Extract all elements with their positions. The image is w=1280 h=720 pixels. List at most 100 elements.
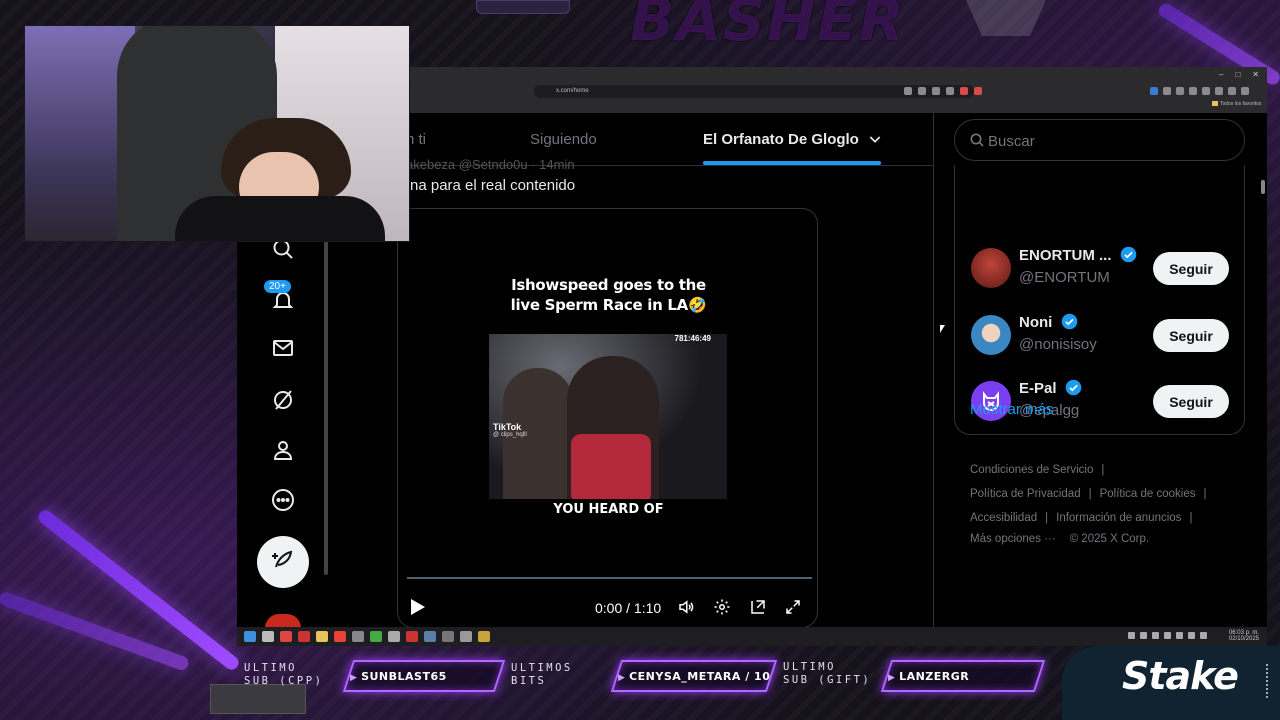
show-more-link[interactable]: Mostrar más xyxy=(970,401,1053,418)
tray-lang-icon[interactable] xyxy=(1164,632,1171,639)
taskbar-app-icon[interactable] xyxy=(334,631,346,642)
overlay-thumbnail xyxy=(210,684,306,714)
search-input[interactable] xyxy=(988,130,1228,152)
follow-name-text: Noni xyxy=(1019,314,1053,331)
avatar[interactable] xyxy=(971,248,1011,288)
last-bits-label: ULTIMOS BITS xyxy=(511,662,573,688)
profile-icon[interactable] xyxy=(267,434,299,466)
last-bits-label-line: BITS xyxy=(511,675,547,687)
play-icon[interactable] xyxy=(411,599,425,615)
steam-icon[interactable] xyxy=(424,631,436,642)
last-gift-label: ULTIMO SUB (GIFT) xyxy=(783,661,871,687)
obs-icon[interactable] xyxy=(460,631,472,642)
last-sub-label: ULTIMO SUB (CPP) xyxy=(244,662,323,688)
battery-icon[interactable] xyxy=(1200,632,1207,639)
account-avatar[interactable] xyxy=(265,614,301,628)
tray-app-icon[interactable] xyxy=(1140,632,1147,639)
share-icon[interactable] xyxy=(932,87,940,95)
tab-following[interactable]: Siguiendo xyxy=(530,131,597,148)
stream-alerts-bar: ULTIMO SUB (CPP) SUNBLAST65 ULTIMOS BITS… xyxy=(0,646,1280,720)
sponsor-logo: Stake xyxy=(1122,654,1239,698)
overlay-brand-text: BASHER xyxy=(630,0,906,54)
volume-icon[interactable] xyxy=(677,598,695,616)
taskbar-app-icon[interactable] xyxy=(406,631,418,642)
compose-post-button[interactable] xyxy=(257,536,309,588)
follow-button[interactable]: Seguir xyxy=(1153,319,1229,352)
star-icon[interactable] xyxy=(946,87,954,95)
settings-gear-icon[interactable] xyxy=(713,598,731,616)
fullscreen-icon[interactable] xyxy=(784,598,802,616)
sponsor-decor xyxy=(1266,664,1270,698)
last-gift-label-line: ULTIMO xyxy=(783,661,836,673)
extension-icon[interactable] xyxy=(960,87,968,95)
taskbar-clock[interactable]: 06:03 p. m. 02/10/2025 xyxy=(1229,630,1259,642)
footer-terms-link[interactable]: Condiciones de Servicio xyxy=(970,464,1093,476)
video-subcaption: YOU HEARD OF xyxy=(553,502,664,517)
x-left-navigation: 20+ xyxy=(237,239,331,628)
last-gift-label-line: SUB (GIFT) xyxy=(783,674,872,686)
mail-icon[interactable] xyxy=(267,332,299,364)
extension-blue-icon[interactable] xyxy=(1150,87,1158,95)
extension-icon[interactable] xyxy=(1189,87,1197,95)
taskbar-search-icon[interactable] xyxy=(262,631,274,642)
video-progress-bar[interactable] xyxy=(407,577,812,579)
close-window-button[interactable]: ✕ xyxy=(1252,70,1259,79)
follow-button[interactable]: Seguir xyxy=(1153,385,1229,418)
alert-icon[interactable] xyxy=(974,87,982,95)
follow-name: ENORTUM ... xyxy=(1019,246,1137,264)
footer-more-options[interactable]: Más opciones ··· xyxy=(970,533,1056,545)
grok-icon[interactable] xyxy=(267,384,299,416)
footer-cookies-link[interactable]: Política de cookies xyxy=(1100,488,1196,500)
menu-icon[interactable] xyxy=(1241,87,1249,95)
footer-privacy-link[interactable]: Política de Privacidad xyxy=(970,488,1081,500)
more-icon[interactable] xyxy=(267,484,299,516)
right-sidebar: ENORTUM ... @ENORTUM Seguir Noni @nonisi… xyxy=(934,113,1267,627)
window-controls: – □ ✕ xyxy=(1219,70,1259,79)
taskbar-app-icon[interactable] xyxy=(280,631,292,642)
volume-icon[interactable] xyxy=(1188,632,1195,639)
downloads-icon[interactable] xyxy=(1215,87,1223,95)
video-caption-line: live Sperm Race in LA🤣 xyxy=(510,296,707,314)
follow-suggestion[interactable]: ENORTUM ... @ENORTUM Seguir xyxy=(955,238,1246,298)
verified-badge-icon xyxy=(1120,246,1136,263)
verified-badge-icon xyxy=(1061,313,1077,330)
taskbar-app-icon[interactable] xyxy=(298,631,310,642)
taskbar-app-icon[interactable] xyxy=(370,631,382,642)
video-player[interactable]: Ishowspeed goes to the live Sperm Race i… xyxy=(397,208,818,628)
maximize-button[interactable]: □ xyxy=(1235,70,1240,79)
picture-in-picture-icon[interactable] xyxy=(749,598,767,616)
windows-start-icon[interactable] xyxy=(244,631,256,642)
avatar[interactable] xyxy=(971,315,1011,355)
taskbar-app-icon[interactable] xyxy=(442,631,454,642)
tweet-header[interactable]: akebeza @Setndo0u · 14min xyxy=(406,157,575,172)
last-sub-name: SUNBLAST65 xyxy=(350,670,447,683)
taskbar-app-icon[interactable] xyxy=(352,631,364,642)
follow-button[interactable]: Seguir xyxy=(1153,252,1229,285)
zoom-icon[interactable] xyxy=(918,87,926,95)
search-box[interactable] xyxy=(954,119,1245,161)
follow-suggestion[interactable]: Noni @nonisisoy Seguir xyxy=(955,305,1246,365)
sponsor-badge: Stake xyxy=(1062,646,1280,720)
footer-ads-info-link[interactable]: Información de anuncios xyxy=(1056,512,1181,524)
taskbar-apps xyxy=(244,631,490,642)
footer-accessibility-link[interactable]: Accesibilidad xyxy=(970,512,1037,524)
taskbar-app-icon[interactable] xyxy=(388,631,400,642)
last-bits-label-line: ULTIMOS xyxy=(511,662,573,674)
wifi-icon[interactable] xyxy=(1176,632,1183,639)
page-scrollbar[interactable] xyxy=(1261,180,1265,194)
taskbar-app-icon[interactable] xyxy=(478,631,490,642)
file-explorer-icon[interactable] xyxy=(316,631,328,642)
bookmarks-folder[interactable]: Todos los favoritos xyxy=(1212,101,1261,107)
minimize-button[interactable]: – xyxy=(1219,70,1223,79)
tray-chevron-icon[interactable] xyxy=(1128,632,1135,639)
extension-icon[interactable] xyxy=(1202,87,1210,95)
footer-links: Condiciones de Servicio | Política de Pri… xyxy=(970,464,1207,545)
profile-menu-icon[interactable] xyxy=(1228,87,1236,95)
extension-icon[interactable] xyxy=(1163,87,1171,95)
last-bits-name: CENYSA_METARA / 10 xyxy=(618,670,770,683)
cast-icon[interactable] xyxy=(904,87,912,95)
extension-icon[interactable] xyxy=(1176,87,1184,95)
follow-name: Noni xyxy=(1019,313,1078,331)
tab-list-orfanato[interactable]: El Orfanato De Gloglo xyxy=(703,131,883,148)
tray-app-icon[interactable] xyxy=(1152,632,1159,639)
